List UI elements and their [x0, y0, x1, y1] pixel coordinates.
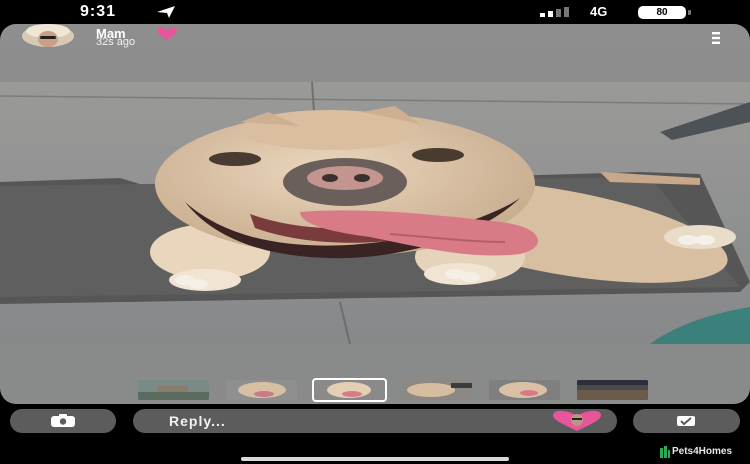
thumbnail-5[interactable] — [489, 380, 560, 400]
send-button[interactable] — [633, 409, 740, 433]
story-card[interactable]: Mam 32s ago — [0, 24, 750, 404]
heart-icon[interactable] — [547, 410, 607, 432]
watermark-text: Pets4Homes — [672, 446, 733, 457]
pets4homes-logo-icon — [660, 446, 670, 458]
home-indicator[interactable] — [241, 457, 509, 461]
story-thumbnails — [0, 378, 750, 403]
battery-icon: 80 — [638, 6, 692, 19]
camera-icon — [51, 414, 75, 427]
camera-button[interactable] — [10, 409, 116, 433]
thumbnail-2[interactable] — [226, 380, 297, 400]
timestamp: 32s ago — [96, 36, 136, 48]
story-photo[interactable] — [0, 82, 750, 344]
thumbnail-3[interactable] — [312, 378, 387, 402]
dog-photo-image — [0, 82, 750, 344]
status-bar: 9:31 4G 80 — [0, 0, 750, 24]
thumbnail-1[interactable] — [138, 380, 209, 400]
send-icon — [677, 416, 695, 426]
clock: 9:31 — [80, 3, 117, 20]
signal-icon — [540, 7, 569, 17]
avatar[interactable] — [18, 24, 74, 48]
network-type: 4G — [590, 4, 608, 19]
thumbnail-4[interactable] — [401, 380, 472, 400]
location-arrow-icon — [157, 6, 175, 18]
reply-placeholder: Reply... — [169, 413, 226, 429]
watermark: Pets4Homes — [660, 445, 740, 459]
menu-icon[interactable] — [710, 31, 722, 45]
battery-level: 80 — [638, 6, 686, 19]
thumbnail-6[interactable] — [577, 380, 648, 400]
reply-input[interactable]: Reply... — [133, 409, 617, 433]
heart-icon — [157, 27, 177, 40]
reply-bar: Reply... Pets4Homes — [0, 404, 750, 464]
story-header: Mam 32s ago — [0, 24, 750, 82]
